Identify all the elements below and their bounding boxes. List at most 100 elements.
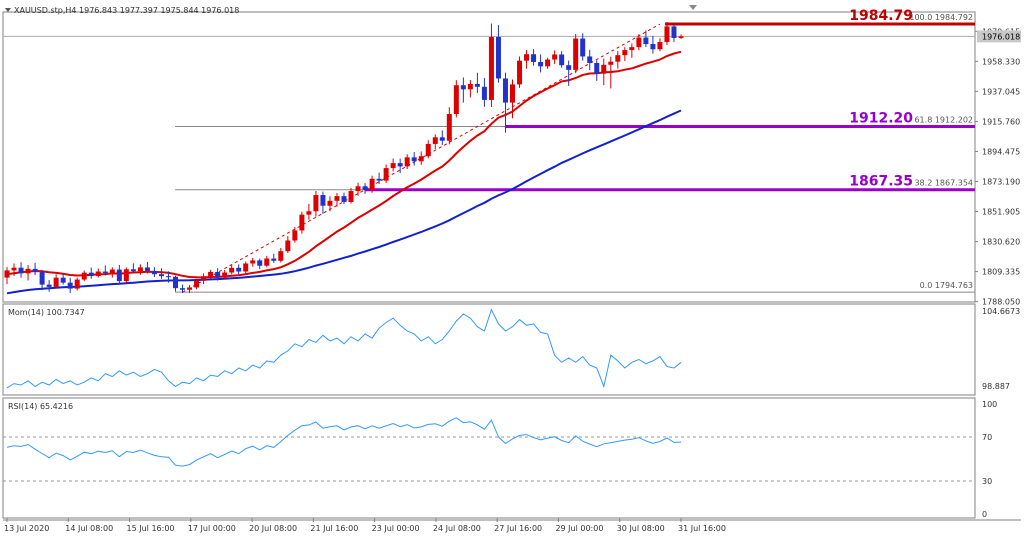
- candle-body: [594, 62, 600, 74]
- candle-body: [201, 276, 207, 281]
- price-tick-label: 1937.045: [982, 87, 1020, 96]
- candle-body: [608, 61, 614, 65]
- time-tick-label: 14 Jul 08:00: [65, 524, 113, 533]
- time-tick-label: 31 Jul 16:00: [678, 524, 726, 533]
- candle-body: [257, 260, 263, 266]
- candle-body: [278, 251, 284, 261]
- candle-body: [187, 287, 193, 290]
- candle-body: [538, 61, 544, 67]
- candle-body: [39, 272, 45, 285]
- candle-body: [601, 64, 607, 74]
- mom-tick-label: 98.887: [982, 382, 1010, 391]
- candle-body: [306, 211, 312, 215]
- time-tick-label: 15 Jul 16:00: [127, 524, 175, 533]
- level-price-label: 1984.79: [849, 8, 913, 24]
- price-panel-title: XAUUSD.stp,H4 1976.843 1977.397 1975.844…: [14, 6, 239, 15]
- time-tick-label: 13 Jul 2020: [4, 524, 49, 533]
- candle-body: [320, 195, 326, 206]
- candle-body: [95, 271, 101, 277]
- candle-body: [334, 196, 340, 201]
- grid-lines: [3, 35, 975, 482]
- candle-body: [144, 267, 150, 271]
- candle-body: [397, 163, 403, 167]
- rsi-tick-label: 70: [982, 433, 992, 442]
- candle-body: [467, 83, 473, 90]
- candle-body: [313, 195, 319, 212]
- candle-body: [4, 270, 10, 278]
- candle-body: [25, 268, 31, 274]
- level-price-label: 1912.20: [849, 110, 913, 126]
- candle-body: [194, 280, 200, 288]
- candle-body: [271, 258, 277, 261]
- candle-body: [67, 282, 73, 289]
- candle-body: [629, 47, 635, 51]
- price-tick-label: 1915.760: [982, 117, 1020, 126]
- candle-body: [636, 37, 642, 48]
- candle-body: [60, 277, 66, 283]
- candle-body: [137, 267, 143, 272]
- fib-ratio-label: 0.0 1794.763: [920, 281, 973, 290]
- candle-body: [32, 268, 38, 273]
- candle-body: [116, 269, 122, 282]
- candle-body: [432, 137, 438, 144]
- candle-body: [481, 86, 487, 100]
- ma-fast-line: [6, 50, 682, 279]
- candle-body: [264, 258, 270, 266]
- candle-body: [151, 270, 157, 275]
- candle-body: [573, 38, 579, 70]
- candle-body: [299, 214, 305, 231]
- chart-svg: 1984.79100.0 1984.792 1912.20 61.8 1912.20…: [2, 5, 1021, 533]
- candle-body: [671, 26, 677, 38]
- candle-body: [643, 37, 649, 45]
- candle-body: [165, 276, 171, 278]
- candle-body: [341, 196, 347, 202]
- candle-body: [81, 272, 87, 280]
- time-tick-label: 30 Jul 08:00: [617, 524, 665, 533]
- candle-body: [369, 178, 375, 190]
- candle-body: [566, 65, 572, 70]
- price-tick-label: 1788.050: [982, 298, 1020, 307]
- candle-body: [355, 186, 361, 192]
- candle-body: [587, 56, 593, 63]
- candle-body: [517, 60, 523, 85]
- price-tick-label: 1851.905: [982, 208, 1020, 217]
- rsi-panel-title: RSI(14) 65.4216: [8, 402, 73, 411]
- fib-ratio-label: 61.8 1912.202: [914, 115, 973, 124]
- candle-body: [109, 269, 115, 274]
- panel-titles: XAUUSD.stp,H4 1976.843 1977.397 1975.844…: [5, 5, 697, 411]
- panel-frame: [2, 397, 976, 519]
- candle-body: [545, 59, 551, 67]
- candle-body: [552, 54, 558, 60]
- candle-body: [390, 163, 396, 169]
- candle-body: [348, 191, 354, 202]
- candle-body: [580, 38, 586, 57]
- candle-body: [215, 271, 221, 278]
- price-tick-label: 1809.335: [982, 268, 1020, 277]
- time-tick-label: 17 Jul 00:00: [188, 524, 236, 533]
- candle-body: [173, 276, 178, 289]
- time-tick-label: 20 Jul 08:00: [249, 524, 297, 533]
- candle-body: [495, 36, 501, 79]
- candle-body: [208, 271, 214, 277]
- mom-tick-label: 104.6673: [982, 307, 1020, 316]
- time-tick-label: 29 Jul 00:00: [555, 524, 603, 533]
- price-tick-label: 1873.190: [982, 177, 1020, 186]
- candle-body: [622, 50, 628, 56]
- candle-body: [102, 271, 108, 274]
- candle-body: [327, 200, 333, 206]
- candle-body: [236, 267, 242, 272]
- candle-body: [650, 44, 656, 50]
- candle-body: [559, 54, 565, 66]
- price-tick-label: 1830.620: [982, 238, 1020, 247]
- time-tick-label: 23 Jul 00:00: [372, 524, 420, 533]
- time-tick-label: 24 Jul 08:00: [433, 524, 481, 533]
- price-tick-label: 1894.475: [982, 147, 1020, 156]
- candle-body: [74, 279, 80, 289]
- current-price-label: 1976.018: [982, 32, 1020, 41]
- mom-panel-title: Mom(14) 100.7347: [8, 308, 85, 317]
- rsi-line: [6, 417, 682, 467]
- candle-body: [474, 83, 480, 87]
- moving-averages: [6, 50, 682, 295]
- level-price-label: 1867.35: [849, 174, 913, 190]
- candle-body: [180, 288, 186, 290]
